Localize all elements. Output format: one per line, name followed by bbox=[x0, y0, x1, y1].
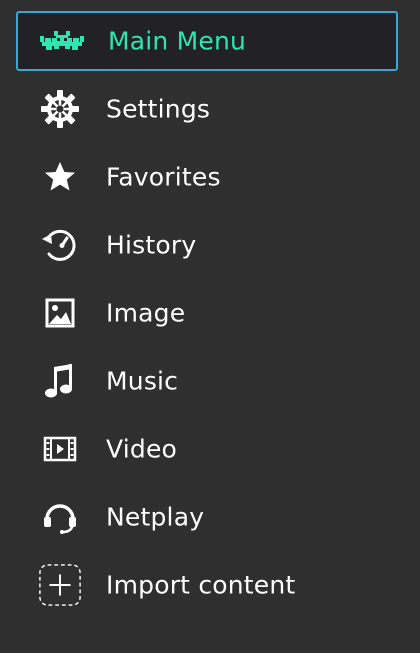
menu-item-label: Settings bbox=[106, 94, 211, 124]
menu-item-label: History bbox=[106, 230, 197, 260]
image-icon bbox=[38, 291, 82, 335]
add-content-icon bbox=[38, 563, 82, 607]
menu-item-label: Main Menu bbox=[108, 26, 247, 56]
menu-item-label: Image bbox=[106, 298, 186, 328]
menu-item-label: Favorites bbox=[106, 162, 221, 192]
menu-item-netplay[interactable]: Netplay bbox=[16, 487, 398, 547]
menu-item-music[interactable]: Music bbox=[16, 351, 398, 411]
menu-item-settings[interactable]: Settings bbox=[16, 79, 398, 139]
menu-item-label: Netplay bbox=[106, 502, 205, 532]
menu-item-image[interactable]: Image bbox=[16, 283, 398, 343]
gear-icon bbox=[38, 87, 82, 131]
headset-icon bbox=[38, 495, 82, 539]
menu-item-label: Import content bbox=[106, 570, 296, 600]
menu-item-import-content[interactable]: Import content bbox=[16, 555, 398, 615]
star-icon bbox=[38, 155, 82, 199]
menu-item-main-menu[interactable]: Main Menu bbox=[16, 11, 398, 71]
retroarch-invader-icon bbox=[40, 19, 84, 63]
sidebar: Main Menu Settings Favorites History Ima… bbox=[0, 0, 420, 653]
film-icon bbox=[38, 427, 82, 471]
menu-item-label: Music bbox=[106, 366, 179, 396]
menu-item-video[interactable]: Video bbox=[16, 419, 398, 479]
menu-item-favorites[interactable]: Favorites bbox=[16, 147, 398, 207]
music-note-icon bbox=[38, 359, 82, 403]
menu-item-history[interactable]: History bbox=[16, 215, 398, 275]
history-icon bbox=[38, 223, 82, 267]
menu-item-label: Video bbox=[106, 434, 178, 464]
